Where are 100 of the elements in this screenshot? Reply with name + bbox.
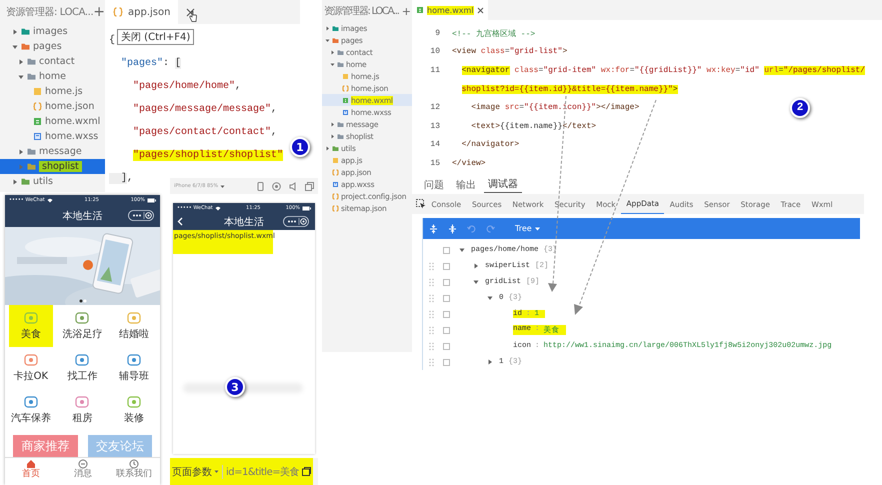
drag-handle-icon[interactable]	[429, 342, 434, 350]
tree-item[interactable]: contact	[0, 54, 105, 69]
code-line: ],	[109, 173, 134, 184]
battery-icon	[147, 198, 156, 202]
tree-item[interactable]: pages	[0, 39, 105, 54]
tooltip: 关闭 (Ctrl+F4)	[117, 29, 194, 45]
category-item[interactable]: 汽车保养	[9, 389, 53, 431]
add-button[interactable]: +	[402, 6, 411, 16]
expand-arrow-icon[interactable]	[325, 26, 330, 30]
checkbox[interactable]	[443, 310, 450, 318]
category-item[interactable]: 卡拉OK	[9, 347, 53, 389]
expand-arrow-icon[interactable]	[12, 28, 18, 34]
category-item[interactable]: 找工作	[60, 347, 104, 389]
panel-tab[interactable]: 问题	[420, 178, 448, 192]
tab-item[interactable]: 消息	[56, 458, 108, 479]
explorer-title: 资源管理器: LOCA...	[6, 6, 94, 19]
editor-tab[interactable]: home.wxml	[412, 0, 488, 20]
step-badge: 3	[225, 377, 245, 397]
step-badge: 1	[290, 137, 310, 157]
window-icon[interactable]	[305, 182, 314, 190]
expand-arrow-icon[interactable]	[473, 263, 479, 269]
editor-tab[interactable]: app.json	[105, 0, 178, 24]
expand-arrow-icon[interactable]	[18, 58, 24, 64]
file-icon	[33, 132, 42, 141]
expand-arrow-icon[interactable]	[330, 50, 335, 54]
expand-all-icon[interactable]	[429, 224, 438, 234]
code-line: <text>{{item.name}}</text>	[470, 122, 596, 131]
params-dropdown[interactable]: 页面参数	[172, 464, 223, 478]
braces-icon	[332, 204, 339, 212]
category-icon	[24, 312, 38, 324]
tree-item[interactable]: home.json	[0, 99, 105, 114]
line-number: 15	[429, 158, 441, 168]
collapse-arrow-icon[interactable]	[12, 44, 18, 50]
panel-tab[interactable]: 输出	[452, 178, 480, 192]
tree-item[interactable]: images	[0, 24, 105, 39]
collapse-arrow-icon[interactable]	[487, 295, 493, 301]
drag-handle-icon[interactable]	[429, 358, 434, 366]
add-button[interactable]: +	[93, 5, 105, 19]
file-icon	[33, 117, 42, 126]
checkbox[interactable]	[443, 326, 450, 334]
code-line: <!-- 九宫格区域 -->	[452, 28, 536, 39]
braces-icon	[33, 102, 42, 111]
inspect-icon[interactable]	[416, 199, 426, 209]
copy-icon[interactable]	[302, 467, 312, 476]
capsule-button[interactable]	[128, 210, 154, 221]
checkbox[interactable]	[443, 358, 450, 366]
category-item[interactable]: 装修	[112, 389, 156, 431]
tree-item[interactable]: message	[0, 144, 105, 159]
category-item[interactable]: 洗浴足疗	[60, 305, 104, 347]
tab-item[interactable]: 联系我们	[108, 458, 160, 479]
panel-tab[interactable]: 调试器	[484, 177, 522, 193]
drag-handle-icon[interactable]	[429, 294, 434, 302]
checkbox[interactable]	[443, 342, 450, 350]
file-icon	[332, 156, 339, 164]
category-icon	[75, 354, 90, 366]
view-mode-dropdown[interactable]: Tree	[515, 224, 540, 233]
expand-arrow-icon[interactable]	[12, 178, 18, 184]
wifi-icon	[46, 198, 53, 202]
category-item[interactable]: 美食	[9, 305, 53, 347]
record-icon[interactable]	[272, 182, 281, 190]
drag-handle-icon[interactable]	[429, 278, 434, 286]
collapse-arrow-icon[interactable]	[459, 247, 465, 253]
tree-item[interactable]: home.js	[0, 84, 105, 99]
tree-item[interactable]: home.wxss	[0, 129, 105, 144]
drag-handle-icon[interactable]	[429, 262, 434, 270]
tree-item[interactable]: shoplist	[0, 159, 105, 174]
category-item[interactable]: 租房	[60, 389, 104, 431]
tree-item[interactable]: utils	[0, 174, 105, 189]
expand-arrow-icon[interactable]	[330, 122, 335, 126]
checkbox[interactable]	[443, 294, 450, 302]
collapse-arrow-icon[interactable]	[18, 74, 24, 80]
collapse-arrow-icon[interactable]	[473, 279, 479, 285]
drag-handle-icon[interactable]	[429, 326, 434, 334]
drag-handle-icon[interactable]	[429, 310, 434, 318]
category-item[interactable]: 辅导班	[112, 347, 156, 389]
speaker-icon[interactable]	[289, 182, 297, 190]
collapse-all-icon[interactable]	[448, 224, 457, 234]
close-icon[interactable]	[476, 6, 484, 14]
expand-arrow-icon[interactable]	[325, 146, 330, 150]
capsule-button[interactable]	[283, 216, 309, 226]
expand-arrow-icon[interactable]	[487, 359, 493, 365]
collapse-arrow-icon[interactable]	[330, 62, 335, 66]
close-icon[interactable]	[186, 8, 196, 16]
braces-icon	[113, 7, 123, 17]
expand-arrow-icon[interactable]	[330, 134, 335, 138]
tab-item[interactable]: 首页	[5, 458, 57, 479]
phone-icon[interactable]	[257, 182, 264, 190]
checkbox[interactable]	[443, 246, 450, 254]
checkbox[interactable]	[443, 262, 450, 270]
code-line: "pages": [	[120, 58, 182, 69]
tree-item[interactable]: home	[0, 69, 105, 84]
category-item[interactable]: 结婚啦	[112, 305, 156, 347]
collapse-arrow-icon[interactable]	[325, 38, 330, 42]
collapse-arrow-icon[interactable]	[214, 469, 219, 474]
tree-item[interactable]: home.wxml	[0, 114, 105, 129]
expand-arrow-icon[interactable]	[18, 148, 24, 154]
collapse-arrow-icon[interactable]	[220, 184, 226, 188]
checkbox[interactable]	[443, 278, 450, 286]
wifi-icon	[214, 206, 221, 210]
back-icon[interactable]	[177, 217, 183, 226]
